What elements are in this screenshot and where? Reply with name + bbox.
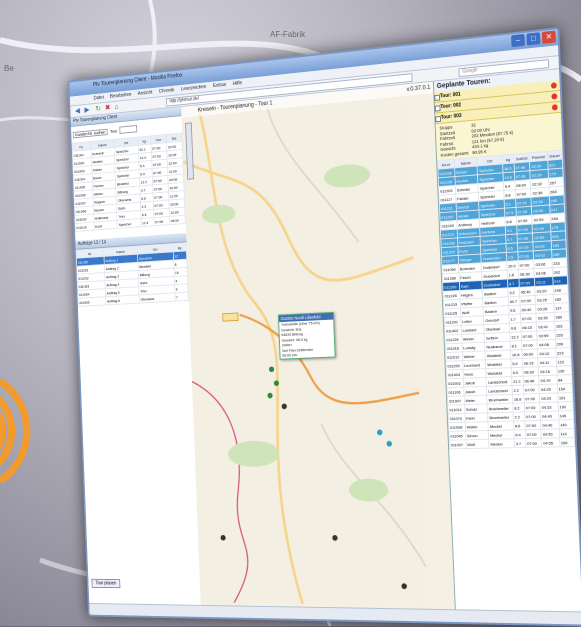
table-cell: 04:40 (540, 411, 558, 420)
stop-info-popup: 011050 Nordl Lilienfeld Transetalle (Ube… (278, 312, 336, 359)
table-cell: 04:46 (541, 420, 559, 429)
table-cell: 07:00 (154, 216, 170, 225)
left-panel: Ptv Tourenplanung Client Kunden Nr. such… (71, 107, 202, 606)
table-cell: 6.4 (514, 430, 526, 439)
stop-row[interactable]: 011007 Wolf Meckel 3.7 07:00 04:55 169 (449, 438, 575, 449)
table-cell: 07:00 (524, 394, 540, 403)
summary-value: 90.95 € (472, 149, 486, 155)
table-cell: 8.2 (513, 403, 525, 412)
orders-table: Nr. Name Ort kg 011050 Auftrag 1 Speicher 1… (76, 242, 189, 307)
table-cell: 149 (558, 420, 574, 429)
table-cell: 04:50 (541, 429, 559, 438)
table-cell: 130 (558, 402, 574, 411)
tour-label: Tour: 001 (440, 92, 461, 100)
stop-icon[interactable]: ✖ (105, 103, 111, 112)
table-cell: 149 (558, 411, 574, 420)
plan-tour-button[interactable]: Tour planen (91, 579, 120, 588)
table-cell: 09:00 (169, 215, 185, 224)
table-cell: 011008 (448, 422, 465, 431)
table-cell: 2.2 (512, 385, 524, 394)
customer-table: Nr. Name Ort kg Von Bis 011001 Schmidt Spe… (72, 133, 186, 232)
tour-select[interactable] (119, 125, 137, 134)
delete-icon[interactable] (551, 93, 557, 100)
menu-item-file[interactable]: Datei (93, 95, 103, 101)
browser-window: Ptv Tourenplanung Client - Mozilla Firef… (68, 27, 581, 626)
tour-label: Tour (110, 128, 117, 133)
table-cell: 07:00 (524, 411, 540, 420)
table-cell: Meckel (489, 439, 515, 448)
reload-icon[interactable]: ↻ (95, 104, 101, 113)
checkbox-icon[interactable] (435, 105, 441, 111)
menu-item-bookmarks[interactable]: Lesezeichen (181, 84, 207, 92)
table-cell: 04:33 (540, 402, 558, 411)
planned-tours-panel: Geplante Touren: Tour: 001 Tour: 002 Tou… (433, 69, 581, 612)
tour-label: Tour: 003 (441, 113, 462, 121)
table-cell: 011007 (449, 440, 466, 449)
table-cell: 5.0 (511, 367, 523, 376)
table-cell: 5.0 (511, 358, 523, 367)
table-cell: Auftrag 6 (106, 295, 140, 305)
maximize-button[interactable]: □ (526, 32, 540, 45)
table-cell: 011045 (449, 431, 466, 440)
home-icon[interactable]: ⌂ (114, 102, 118, 110)
delete-icon[interactable] (551, 82, 557, 89)
table-cell: 04:55 (542, 438, 560, 447)
table-cell: 07:00 (525, 420, 541, 429)
app-content: Ptv Tourenplanung Client Kunden Nr. such… (71, 69, 581, 612)
table-cell: 114 (559, 429, 575, 438)
delete-icon[interactable] (552, 104, 558, 110)
table-cell: 21.2 (511, 376, 523, 385)
background-place-label: AF-Fabrik (270, 30, 305, 39)
table-cell: 07:00 (524, 402, 540, 411)
version-label: v.0.37.0.1 (406, 82, 430, 96)
table-cell: Wolf (466, 439, 489, 448)
table-cell: 8.6 (513, 421, 525, 430)
minimize-button[interactable]: – (511, 34, 525, 47)
customer-search-input[interactable]: Kunden Nr. suchen (73, 128, 108, 138)
menu-item-view[interactable]: Ansicht (138, 90, 153, 97)
forward-icon[interactable]: ▶ (84, 105, 89, 114)
table-cell: 011055 (78, 297, 106, 307)
table-cell: 07:00 (526, 438, 542, 447)
signal-waves-icon (0, 376, 90, 486)
table-cell: 3.7 (514, 439, 526, 448)
table-cell: Oberweis (139, 293, 175, 303)
table-cell: 2.2 (513, 412, 525, 421)
table-cell: 154 (557, 384, 573, 393)
tour-label: Tour: 002 (440, 102, 461, 110)
menu-item-edit[interactable]: Bearbeiten (110, 92, 131, 100)
menu-item-history[interactable]: Chronik (159, 88, 175, 95)
checkbox-icon[interactable] (435, 116, 441, 122)
table-cell: 10.8 (510, 350, 522, 359)
table-cell: 151 (557, 393, 573, 402)
table-cell: 011010 (75, 222, 94, 231)
table-cell: 011074 (448, 413, 465, 422)
checkbox-icon[interactable] (434, 95, 440, 101)
table-cell: Speicher (117, 219, 141, 229)
stops-table: Kd.nr Name Ort kg Soll/Ist Plan/Ist Daue… (437, 150, 575, 450)
table-cell: 07:00 (525, 429, 541, 438)
table-cell: 18.8 (512, 394, 524, 403)
table-cell: Koch (94, 220, 118, 230)
map-view[interactable]: Kreiseln - Tourenplanung - Tour 1 v.0.37… (181, 82, 456, 611)
menu-item-tools[interactable]: Extras (213, 82, 226, 89)
back-icon[interactable]: ◀ (75, 106, 80, 115)
table-cell: 7 (175, 292, 189, 301)
table-cell: 11.5 (141, 218, 154, 227)
background-place-label: Be (4, 64, 14, 73)
menu-item-help[interactable]: Hilfe (233, 80, 243, 87)
table-cell: 169 (559, 438, 575, 447)
close-button[interactable]: ✕ (542, 31, 556, 44)
